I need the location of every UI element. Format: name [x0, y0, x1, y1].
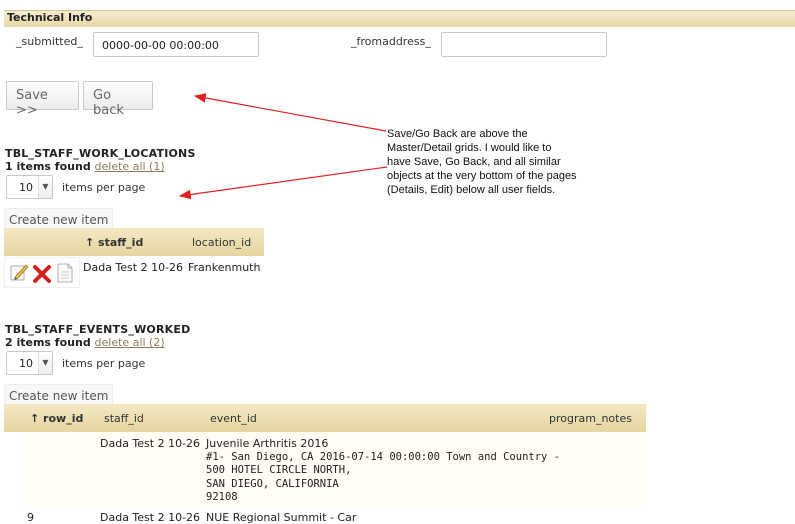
cell-staff-id: Dada Test 2 10-26 [83, 261, 184, 274]
column-header-staff-id[interactable]: ↑ staff_id [85, 236, 143, 249]
create-new-item-button[interactable]: Create new item [4, 208, 114, 230]
row-actions [4, 257, 80, 288]
event-line: #1- San Diego, CA 2016-07-14 00:00:00 To… [206, 450, 561, 463]
items-found-text: 1 items found [5, 160, 91, 173]
items-per-page-value: 10 [19, 181, 33, 194]
items-per-page-select[interactable]: 10 ▼ [6, 175, 53, 199]
callout-line: have Save, Go Back, and all similar [387, 156, 561, 168]
items-per-page-select[interactable]: 10 ▼ [6, 351, 53, 375]
callout-line: Save/Go Back are above the [387, 128, 528, 140]
items-per-page-label: items per page [62, 181, 146, 194]
items-found-text: 2 items found [5, 336, 91, 349]
callout-line: (Details, Edit) below all user fields. [387, 184, 556, 196]
column-header-row-id[interactable]: ↑ row_id [30, 412, 83, 425]
items-found: 1 items found delete all (1) [5, 160, 165, 173]
items-found: 2 items found delete all (2) [5, 336, 165, 349]
event-line: Juvenile Arthritis 2016 [206, 437, 329, 450]
grid-title-work-locations: TBL_STAFF_WORK_LOCATIONS [5, 147, 196, 160]
cell-location-id: Frankenmuth [188, 261, 261, 274]
edit-icon[interactable] [9, 262, 29, 282]
delete-icon[interactable] [32, 263, 52, 283]
items-per-page-value: 10 [19, 357, 33, 370]
delete-all-link[interactable]: delete all (1) [95, 160, 165, 173]
chevron-down-icon: ▼ [38, 176, 52, 198]
delete-all-link[interactable]: delete all (2) [95, 336, 165, 349]
column-header-location-id[interactable]: location_id [192, 236, 251, 249]
callout-line: objects at the very bottom of the pages [387, 170, 577, 182]
cell-staff-id: Dada Test 2 10-26 [100, 437, 201, 450]
annotation-callout: Save/Go Back are above the Master/Detail… [387, 127, 597, 197]
details-icon[interactable] [56, 262, 74, 284]
grid-title-events-worked: TBL_STAFF_EVENTS_WORKED [5, 323, 191, 336]
chevron-down-icon: ▼ [38, 352, 52, 374]
arrow-to-buttons [193, 93, 387, 132]
column-header-program-notes[interactable]: program_notes [549, 412, 632, 425]
create-new-item-button[interactable]: Create new item [4, 384, 114, 406]
column-header-event-id[interactable]: event_id [210, 412, 257, 425]
event-line: 500 HOTEL CIRCLE NORTH, [206, 464, 352, 476]
items-per-page-label: items per page [62, 357, 146, 370]
arrow-to-grid [178, 166, 388, 200]
column-header-staff-id[interactable]: staff_id [104, 412, 144, 425]
event-line: SAN DIEGO, CALIFORNIA [206, 477, 339, 490]
callout-line: Master/Detail grids. I would like to [387, 142, 552, 154]
event-line: 92108 [206, 491, 238, 503]
cell-event-id: Juvenile Arthritis 2016 #1- San Diego, C… [206, 437, 560, 505]
